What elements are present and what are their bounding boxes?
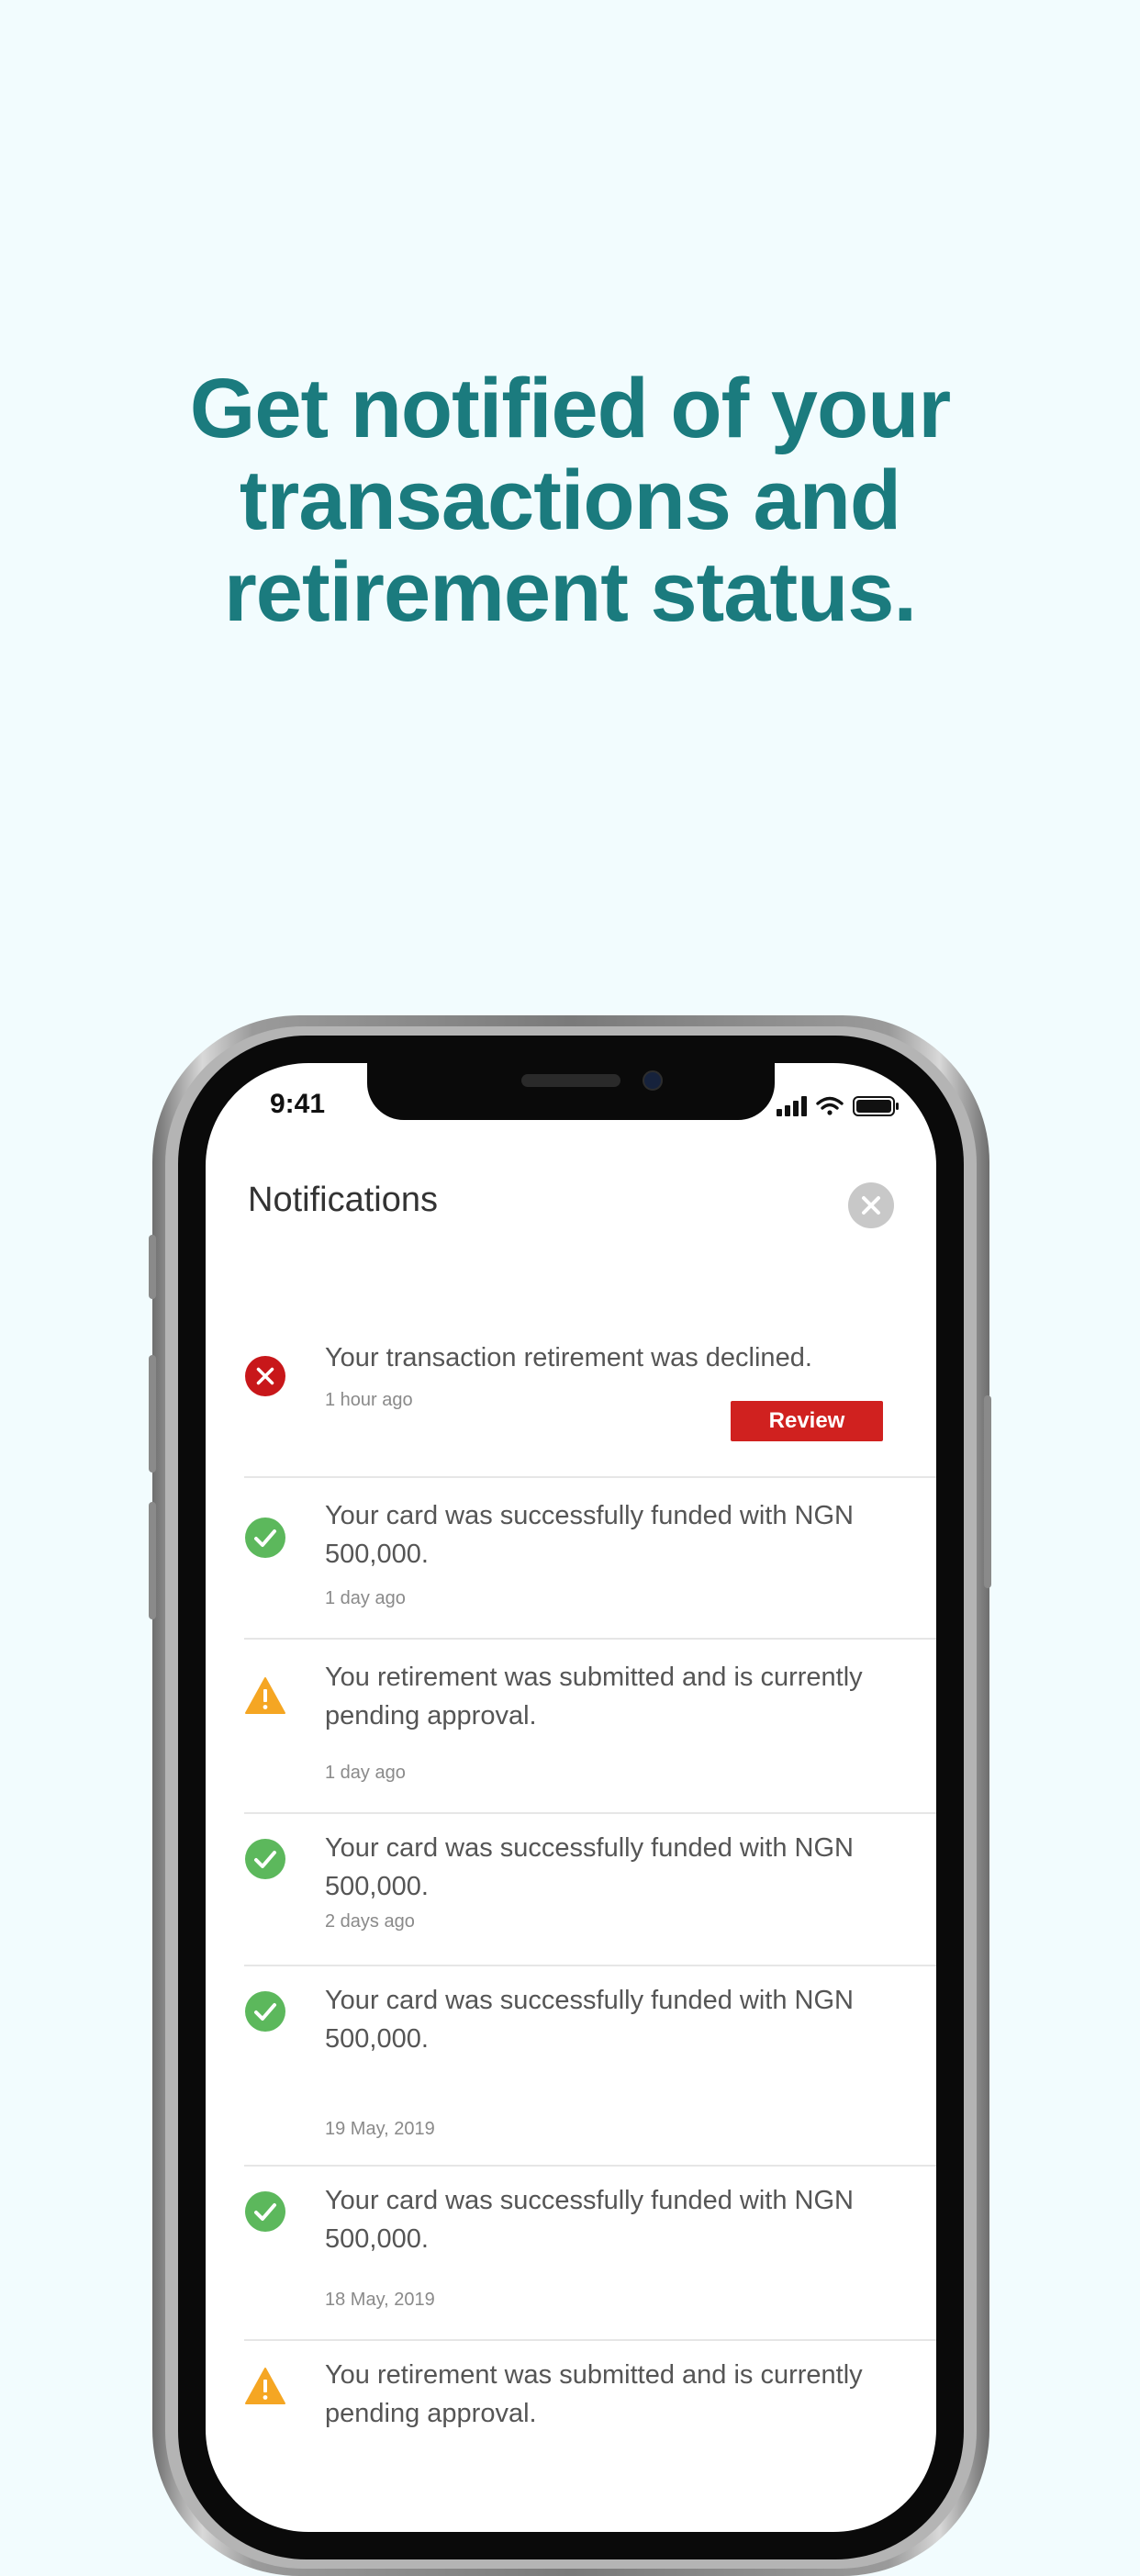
notification-time: 1 day ago xyxy=(325,1763,406,1783)
notification-item[interactable]: Your card was successfully funded with N… xyxy=(244,2167,936,2341)
check-icon xyxy=(245,1839,285,1879)
headline-line-3: retirement status. xyxy=(223,545,917,639)
notification-time: 18 May, 2019 xyxy=(325,2290,435,2310)
notification-item[interactable]: You retirement was submitted and is curr… xyxy=(244,1640,936,1814)
warning-icon xyxy=(245,1677,285,1714)
error-icon xyxy=(245,1356,285,1396)
notification-message: Your card was successfully funded with N… xyxy=(325,1833,854,1901)
warning-icon xyxy=(245,2368,285,2404)
check-icon xyxy=(245,1991,285,2032)
headline-line-1: Get notified of your xyxy=(189,362,951,455)
notification-message: You retirement was submitted and is curr… xyxy=(325,2360,863,2428)
headline: Get notified of your transactions and re… xyxy=(0,363,1140,638)
wifi-icon xyxy=(816,1096,844,1115)
battery-icon xyxy=(853,1096,899,1116)
phone-screen: 9:41 Notifications Your transaction reti… xyxy=(206,1063,936,2532)
power-button xyxy=(984,1395,991,1588)
notification-message: Your card was successfully funded with N… xyxy=(325,2186,854,2254)
close-icon xyxy=(862,1196,880,1215)
notification-message: Your transaction retirement was declined… xyxy=(325,1343,812,1372)
notification-item[interactable]: You retirement was submitted and is curr… xyxy=(244,2341,936,2525)
close-button[interactable] xyxy=(848,1182,894,1228)
speaker-grille xyxy=(521,1074,620,1087)
notification-time: 19 May, 2019 xyxy=(325,2119,435,2139)
notification-time: 1 day ago xyxy=(325,1588,406,1608)
review-button[interactable]: Review xyxy=(731,1401,883,1441)
volume-down-button xyxy=(149,1502,156,1619)
mute-switch xyxy=(149,1235,156,1299)
notification-time: 2 days ago xyxy=(325,1911,415,1932)
signal-icon xyxy=(777,1096,807,1116)
status-icons xyxy=(777,1096,899,1116)
notification-message: You retirement was submitted and is curr… xyxy=(325,1663,863,1730)
status-time: 9:41 xyxy=(270,1089,326,1119)
notification-message: Your card was successfully funded with N… xyxy=(325,1986,854,2054)
notification-item[interactable]: Your card was successfully funded with N… xyxy=(244,1966,936,2167)
notification-item[interactable]: Your card was successfully funded with N… xyxy=(244,1814,936,1966)
notification-item[interactable]: Your transaction retirement was declined… xyxy=(244,1338,936,1478)
check-icon xyxy=(245,1518,285,1558)
notification-item[interactable]: Your card was successfully funded with N… xyxy=(244,1478,936,1640)
notification-time: 1 hour ago xyxy=(325,1390,413,1410)
front-camera xyxy=(643,1070,663,1091)
check-icon xyxy=(245,2191,285,2232)
headline-line-2: transactions and xyxy=(239,454,901,547)
notification-message: Your card was successfully funded with N… xyxy=(325,1501,854,1569)
volume-up-button xyxy=(149,1355,156,1473)
notifications-title: Notifications xyxy=(248,1181,438,1219)
notch xyxy=(367,1063,775,1120)
